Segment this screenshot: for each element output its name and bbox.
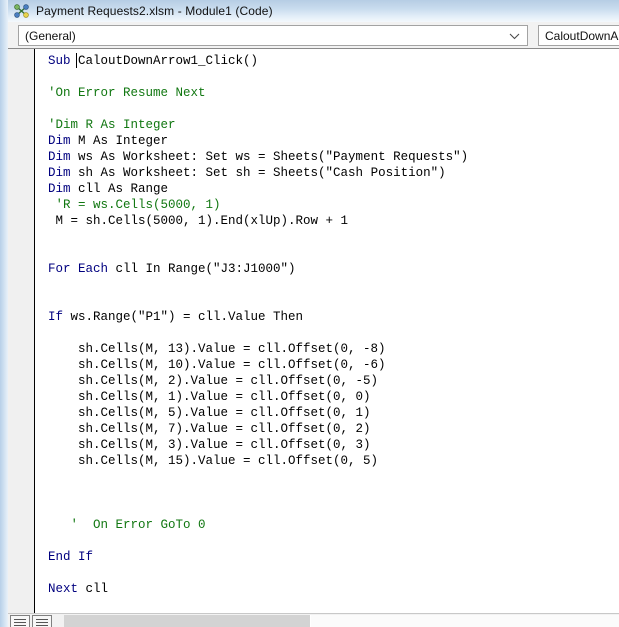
code-line[interactable]: Dim M As Integer [36,133,619,149]
code-text: sh.Cells(M, 3).Value = cll.Offset(0, 3) [48,438,371,452]
code-line[interactable]: For Each cll In Range("J3:J1000") [36,261,619,277]
code-line[interactable]: 'Dim R As Integer [36,117,619,133]
object-dropdown-value: (General) [25,28,76,43]
code-text-area[interactable]: Sub CaloutDownArrow1_Click() 'On Error R… [36,49,619,613]
code-pane[interactable]: Sub CaloutDownArrow1_Click() 'On Error R… [8,48,619,613]
status-bar [8,613,619,627]
code-text: sh.Cells(M, 15).Value = cll.Offset(0, 5) [48,454,379,468]
code-line[interactable]: sh.Cells(M, 3).Value = cll.Offset(0, 3) [36,437,619,453]
code-line[interactable]: sh.Cells(M, 13).Value = cll.Offset(0, -8… [36,341,619,357]
code-line[interactable]: End If [36,549,619,565]
code-text: sh.Cells(M, 7).Value = cll.Offset(0, 2) [48,422,371,436]
code-text: M As Integer [70,134,169,148]
code-line[interactable] [36,69,619,85]
code-keyword: Dim [48,150,71,164]
code-line[interactable]: Dim ws As Worksheet: Set ws = Sheets("Pa… [36,149,619,165]
code-line[interactable] [36,101,619,117]
text-caret [76,53,77,68]
code-text: cll In Range("J3:J1000") [108,262,296,276]
code-text: cll [78,582,109,596]
code-line[interactable] [36,485,619,501]
code-text: sh.Cells(M, 10).Value = cll.Offset(0, -6… [48,358,386,372]
code-text: sh.Cells(M, 1).Value = cll.Offset(0, 0) [48,390,371,404]
vba-editor-window: Payment Requests2.xlsm - Module1 (Code) … [0,0,619,627]
code-text: cll As Range [70,182,169,196]
code-text: sh.Cells(M, 13).Value = cll.Offset(0, -8… [48,342,386,356]
code-line[interactable]: sh.Cells(M, 15).Value = cll.Offset(0, 5) [36,453,619,469]
code-line[interactable]: M = sh.Cells(5000, 1).End(xlUp).Row + 1 [36,213,619,229]
code-text: CaloutDownArrow1_Click() [70,54,259,68]
window-left-edge [0,0,8,627]
code-line[interactable]: sh.Cells(M, 5).Value = cll.Offset(0, 1) [36,405,619,421]
code-line[interactable] [36,277,619,293]
procedure-view-button[interactable] [10,614,30,627]
code-line[interactable] [36,501,619,517]
code-keyword: Dim [48,134,71,148]
code-keyword: Dim [48,166,71,180]
code-line[interactable] [36,565,619,581]
horizontal-scrollbar[interactable] [64,615,619,627]
vba-module-icon [13,3,31,19]
code-text: sh.Cells(M, 5).Value = cll.Offset(0, 1) [48,406,371,420]
code-text: sh As Worksheet: Set sh = Sheets("Cash P… [70,166,446,180]
code-line[interactable]: ' On Error GoTo 0 [36,517,619,533]
code-line[interactable] [36,533,619,549]
chevron-down-icon[interactable] [507,26,521,45]
code-line[interactable]: If ws.Range("P1") = cll.Value Then [36,309,619,325]
code-line[interactable]: Sub CaloutDownArrow1_Click() [36,53,619,69]
code-line[interactable] [36,229,619,245]
code-text: M = sh.Cells(5000, 1).End(xlUp).Row + 1 [48,214,349,228]
code-keyword: If [48,310,64,324]
code-line[interactable]: 'On Error Resume Next [36,85,619,101]
editor-toolbar: (General) CaloutDownArr [8,22,619,48]
margin-indicator-bar[interactable] [8,49,35,613]
code-line[interactable] [36,469,619,485]
code-comment: 'On Error Resume Next [48,86,206,100]
code-text: sh.Cells(M, 2).Value = cll.Offset(0, -5) [48,374,379,388]
code-line[interactable]: sh.Cells(M, 7).Value = cll.Offset(0, 2) [36,421,619,437]
code-keyword: For Each [48,262,109,276]
code-line[interactable]: 'R = ws.Cells(5000, 1) [36,197,619,213]
code-comment: 'Dim R As Integer [48,118,176,132]
code-keyword: Sub [48,54,71,68]
procedure-dropdown-value: CaloutDownArr [545,28,619,43]
code-line[interactable]: sh.Cells(M, 1).Value = cll.Offset(0, 0) [36,389,619,405]
code-line[interactable] [36,325,619,341]
procedure-dropdown[interactable]: CaloutDownArr [538,25,619,46]
code-line[interactable]: sh.Cells(M, 2).Value = cll.Offset(0, -5) [36,373,619,389]
code-comment: 'R = ws.Cells(5000, 1) [48,198,221,212]
object-dropdown[interactable]: (General) [18,25,528,46]
view-buttons [10,614,58,627]
code-line[interactable] [36,293,619,309]
horizontal-scrollbar-thumb[interactable] [64,615,311,627]
code-comment: ' On Error GoTo 0 [48,518,206,532]
code-keyword: Next [48,582,79,596]
code-line[interactable]: Dim sh As Worksheet: Set sh = Sheets("Ca… [36,165,619,181]
code-line[interactable] [36,245,619,261]
window-title: Payment Requests2.xlsm - Module1 (Code) [36,4,273,18]
code-line[interactable]: Dim cll As Range [36,181,619,197]
full-module-view-button[interactable] [32,614,52,627]
code-text: ws.Range("P1") = cll.Value Then [63,310,304,324]
code-keyword: End If [48,550,94,564]
code-keyword: Dim [48,182,71,196]
code-text: ws As Worksheet: Set ws = Sheets("Paymen… [70,150,469,164]
code-line[interactable]: Next cll [36,581,619,597]
title-bar: Payment Requests2.xlsm - Module1 (Code) [8,0,619,22]
code-line[interactable]: sh.Cells(M, 10).Value = cll.Offset(0, -6… [36,357,619,373]
